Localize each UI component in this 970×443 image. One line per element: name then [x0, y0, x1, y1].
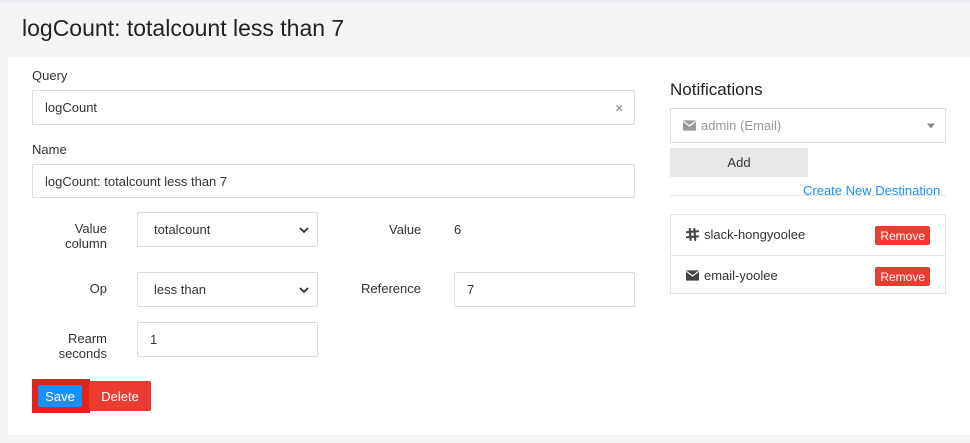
rearm-label: Rearm seconds — [40, 331, 107, 361]
query-value: logCount — [45, 100, 98, 115]
destination-item-label: slack-hongyoolee — [704, 227, 806, 242]
list-item: slack-hongyoolee Remove — [671, 215, 945, 254]
name-value: logCount: totalcount less than 7 — [45, 173, 228, 189]
delete-button[interactable]: Delete — [89, 381, 151, 411]
value-display: 6 — [454, 222, 462, 237]
rearm-value: 1 — [150, 332, 158, 347]
caret-down-icon — [927, 123, 935, 128]
create-destination-link[interactable]: Create New Destination — [803, 183, 940, 198]
rearm-input[interactable]: 1 — [137, 322, 318, 357]
bottom-strip — [0, 435, 970, 443]
query-select[interactable]: logCount × — [32, 90, 635, 125]
value-column-label: Value column — [40, 221, 107, 251]
destination-item-label: email-yoolee — [704, 267, 778, 283]
notifications-title: Notifications — [670, 80, 763, 99]
rearm-label-line1: Rearm — [67, 331, 107, 346]
reference-label: Reference — [361, 281, 421, 296]
destination-selected: admin (Email) — [701, 118, 782, 133]
value-column-label-line2: column — [65, 236, 107, 251]
save-button[interactable]: Save — [38, 385, 82, 407]
rearm-label-line2: seconds — [58, 346, 107, 361]
destination-list: slack-hongyoolee Remove email-yoolee Rem… — [670, 214, 946, 294]
page-title: logCount: totalcount less than 7 — [22, 15, 345, 41]
value-column-selected: totalcount — [154, 222, 211, 237]
value-column-select[interactable]: totalcount — [137, 212, 318, 247]
reference-value: 7 — [467, 282, 475, 297]
op-select[interactable]: less than — [137, 272, 318, 307]
reference-input[interactable]: 7 — [454, 272, 635, 307]
list-item: email-yoolee Remove — [671, 255, 945, 294]
chevron-down-icon — [299, 226, 309, 233]
name-label: Name — [32, 142, 67, 157]
slack-icon — [686, 228, 699, 241]
destination-select[interactable]: admin (Email) — [670, 108, 946, 143]
envelope-icon — [686, 269, 699, 281]
clear-icon[interactable]: × — [615, 100, 623, 115]
op-selected: less than — [154, 282, 207, 297]
op-label: Op — [89, 281, 107, 296]
remove-button[interactable]: Remove — [875, 226, 930, 245]
page-header: logCount: totalcount less than 7 — [0, 0, 970, 56]
envelope-icon — [683, 120, 696, 131]
value-column-label-line1: Value — [74, 221, 107, 236]
query-label: Query — [32, 68, 68, 83]
value-label: Value — [389, 222, 422, 237]
add-destination-button[interactable]: Add — [670, 148, 808, 177]
name-input[interactable]: logCount: totalcount less than 7 — [32, 164, 635, 198]
remove-button[interactable]: Remove — [875, 267, 930, 286]
chevron-down-icon — [299, 286, 309, 293]
